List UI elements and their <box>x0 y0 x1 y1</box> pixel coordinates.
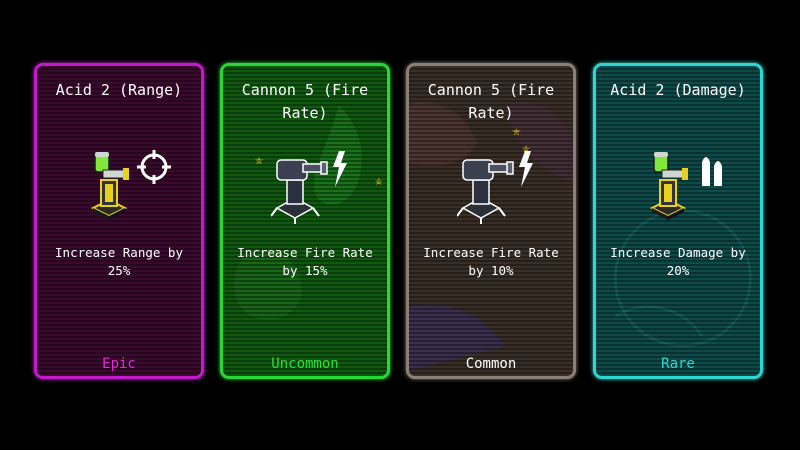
card-title: Cannon 5 (Fire Rate) <box>241 81 369 122</box>
upgrade-card-cannon-fire-rate-common[interactable]: ★ ★ Cannon 5 (Fire Rate) Increase Fire R… <box>406 63 576 379</box>
rarity-label: Common <box>465 356 517 372</box>
rarity-label: Epic <box>102 356 136 372</box>
card-title: Acid 2 (Range) <box>55 81 183 99</box>
ammo-icon <box>702 157 722 186</box>
card-description: Increase Range by 25% <box>55 245 183 278</box>
upgrade-card-acid-damage[interactable]: Acid 2 (Damage) Increase Damage by 20% R… <box>593 63 763 379</box>
upgrade-card-cannon-fire-rate-uncommon[interactable]: ★ ★ Cannon 5 (Fire Rate) Increase Fire R… <box>220 63 390 379</box>
card-description: Increase Fire Rate by 15% <box>237 245 373 278</box>
rarity-label: Uncommon <box>271 356 339 372</box>
upgrade-card-acid-range[interactable]: Acid 2 (Range) Increase Range by 25% Epi… <box>34 63 204 379</box>
card-title: Acid 2 (Damage) <box>610 81 746 99</box>
crosshair-icon <box>137 150 171 184</box>
card-title: Cannon 5 (Fire Rate) <box>427 81 555 122</box>
lightning-icon <box>519 151 533 187</box>
card-description: Increase Damage by 20% <box>610 245 746 278</box>
card-description: Increase Fire Rate by 10% <box>423 245 559 278</box>
upgrade-selection-screen: Acid 2 (Range) Increase Range by 25% Epi… <box>0 0 800 450</box>
lightning-icon <box>333 151 347 187</box>
rarity-label: Rare <box>661 356 695 372</box>
